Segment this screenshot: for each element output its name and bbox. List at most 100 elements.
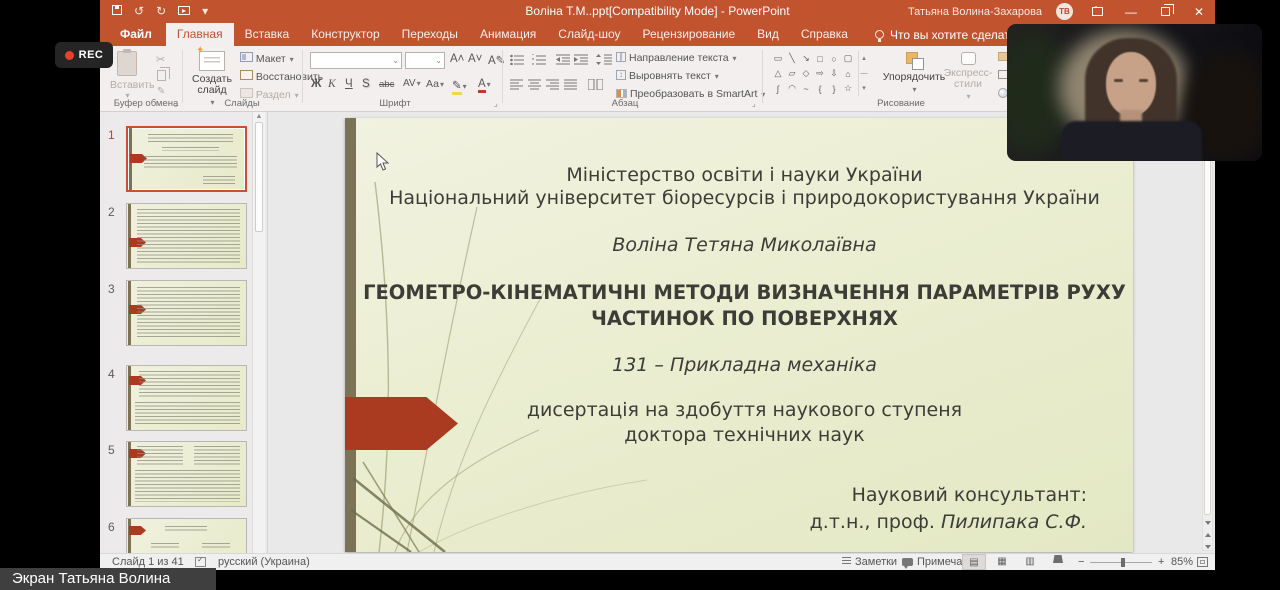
slide-thumbnail-4[interactable] <box>126 365 247 431</box>
language-indicator[interactable]: русский (Украина) <box>218 556 310 568</box>
restore-button[interactable] <box>1155 5 1175 19</box>
shape-oval-icon[interactable]: ○ <box>827 51 841 66</box>
italic-button[interactable]: К <box>328 78 336 90</box>
shape-home-icon[interactable]: ⌂ <box>841 66 855 81</box>
align-right-button[interactable] <box>546 79 559 90</box>
paste-button[interactable]: Вставить ▾ <box>110 51 144 100</box>
font-dialog-launcher[interactable]: ⌟ <box>494 99 498 108</box>
shape-brace-right-icon[interactable]: } <box>827 81 841 96</box>
font-name-combo[interactable]: ⌄ <box>310 52 402 69</box>
slide-thumbnail-2[interactable] <box>126 203 247 269</box>
tab-transitions[interactable]: Переходы <box>391 23 469 46</box>
increase-font-button[interactable]: A˄ <box>450 53 464 65</box>
slide-thumbnail-3[interactable] <box>126 280 247 346</box>
scroll-down-button[interactable] <box>1203 512 1212 524</box>
shape-curve-icon[interactable]: ~ <box>799 81 813 96</box>
slide-thumbnail-5[interactable] <box>126 441 247 507</box>
shape-brace-left-icon[interactable]: { <box>813 81 827 96</box>
change-case-button[interactable]: Аа▾ <box>426 78 444 90</box>
customize-qat-button[interactable]: ▾ <box>202 4 208 18</box>
shape-rounded-rectangle-icon[interactable]: ▢ <box>841 51 855 66</box>
font-size-combo[interactable]: ⌄ <box>405 52 445 69</box>
normal-view-button[interactable]: ▤ <box>962 554 986 570</box>
start-slideshow-button[interactable] <box>178 4 190 18</box>
layout-button[interactable]: Макет ▾ <box>240 52 294 65</box>
editor-scrollbar-thumb[interactable] <box>1204 117 1211 515</box>
increase-indent-button[interactable] <box>574 54 588 65</box>
shape-star-icon[interactable]: ☆ <box>841 81 855 96</box>
next-slide-button[interactable] <box>1203 536 1212 548</box>
slide-sorter-view-button[interactable]: ▦ <box>990 554 1014 570</box>
character-spacing-button[interactable]: AV▾ <box>403 78 421 89</box>
fit-to-window-button[interactable] <box>1197 557 1208 570</box>
tab-file[interactable]: Файл <box>106 23 166 46</box>
align-center-button[interactable] <box>528 79 541 90</box>
tell-me-box[interactable]: Что вы хотите сделать? <box>875 23 1023 46</box>
tab-slideshow[interactable]: Слайд-шоу <box>547 23 631 46</box>
bullets-button[interactable] <box>510 54 524 65</box>
ribbon-display-options-button[interactable] <box>1087 5 1107 19</box>
slide-thumbnail-6[interactable] <box>126 518 247 553</box>
line-spacing-button[interactable] <box>596 54 612 65</box>
previous-slide-button[interactable] <box>1203 524 1212 536</box>
arrange-button[interactable]: Упорядочить ▾ <box>882 52 946 95</box>
shape-scribble-icon[interactable]: ∫ <box>771 81 785 96</box>
text-direction-button[interactable]: Направление текста ▾ <box>616 52 736 64</box>
tab-design[interactable]: Конструктор <box>300 23 390 46</box>
shape-arrow-icon[interactable]: ↘ <box>799 51 813 66</box>
shape-arc-icon[interactable]: ◠ <box>785 81 799 96</box>
decrease-font-button[interactable]: A˅ <box>468 53 482 65</box>
bold-button[interactable]: Ж <box>311 78 321 90</box>
shape-arrow-right-icon[interactable]: ⇨ <box>813 66 827 81</box>
reading-view-button[interactable]: ▥ <box>1018 554 1042 570</box>
align-text-button[interactable]: Выровнять текст ▾ <box>616 70 719 82</box>
format-painter-button[interactable]: ✎ <box>157 86 165 97</box>
slide-canvas[interactable]: Міністерство освіти і науки України Наці… <box>345 118 1133 552</box>
tab-review[interactable]: Рецензирование <box>632 23 747 46</box>
minimize-button[interactable]: — <box>1121 5 1141 19</box>
shape-arrow-down-icon[interactable]: ⇩ <box>827 66 841 81</box>
quick-styles-button[interactable]: Экспресс-стили ▾ <box>942 52 994 102</box>
text-shadow-button[interactable]: S <box>362 78 370 90</box>
thumbnail-scrollbar-thumb[interactable] <box>255 122 263 232</box>
shapes-gallery[interactable]: ▭ ╲ ↘ □ ○ ▢ △ ▱ ◇ ⇨ ⇩ ⌂ ∫ ◠ ~ { } ☆ <box>771 51 857 96</box>
strikethrough-button[interactable]: abc <box>379 79 394 90</box>
copy-button[interactable] <box>157 70 166 81</box>
account-avatar[interactable]: ТВ <box>1056 3 1073 20</box>
thumbnail-scrollbar[interactable]: ▲ <box>252 112 265 553</box>
save-button[interactable] <box>112 4 122 18</box>
zoom-percentage[interactable]: 85% <box>1171 556 1193 568</box>
shape-parallelogram-icon[interactable]: ▱ <box>785 66 799 81</box>
redo-button[interactable]: ↻ <box>156 4 166 18</box>
tab-animations[interactable]: Анимация <box>469 23 547 46</box>
shapes-scrollbar[interactable]: ▴—▾ <box>858 51 869 96</box>
tab-view[interactable]: Вид <box>746 23 790 46</box>
shape-textbox-icon[interactable]: ▭ <box>771 51 785 66</box>
font-color-button[interactable]: А▾ <box>478 78 491 90</box>
clipboard-dialog-launcher[interactable]: ⌟ <box>174 99 178 108</box>
tab-home[interactable]: Главная <box>166 23 234 46</box>
justify-button[interactable] <box>564 79 577 90</box>
slideshow-view-button[interactable] <box>1046 554 1070 570</box>
align-left-button[interactable] <box>510 79 523 90</box>
shape-triangle-icon[interactable]: △ <box>771 66 785 81</box>
numbering-button[interactable] <box>532 54 546 65</box>
shape-line-icon[interactable]: ╲ <box>785 51 799 66</box>
spellcheck-button[interactable] <box>195 556 206 568</box>
shape-diamond-icon[interactable]: ◇ <box>799 66 813 81</box>
shape-rectangle-icon[interactable]: □ <box>813 51 827 66</box>
undo-button[interactable]: ↺ <box>134 4 144 18</box>
tab-insert[interactable]: Вставка <box>234 23 301 46</box>
close-button[interactable]: ✕ <box>1189 5 1209 19</box>
columns-button[interactable] <box>588 79 603 90</box>
underline-button[interactable]: Ч <box>345 78 353 90</box>
zoom-slider-thumb[interactable] <box>1121 558 1125 567</box>
decrease-indent-button[interactable] <box>556 54 570 65</box>
slide-thumbnail-1[interactable] <box>126 126 247 192</box>
zoom-out-button[interactable]: − <box>1078 556 1084 568</box>
tab-help[interactable]: Справка <box>790 23 859 46</box>
notes-toggle[interactable]: Заметки <box>842 556 897 568</box>
cut-button[interactable]: ✂ <box>156 53 165 66</box>
highlight-button[interactable]: ✎▾ <box>452 78 467 92</box>
paragraph-dialog-launcher[interactable]: ⌟ <box>752 99 756 108</box>
